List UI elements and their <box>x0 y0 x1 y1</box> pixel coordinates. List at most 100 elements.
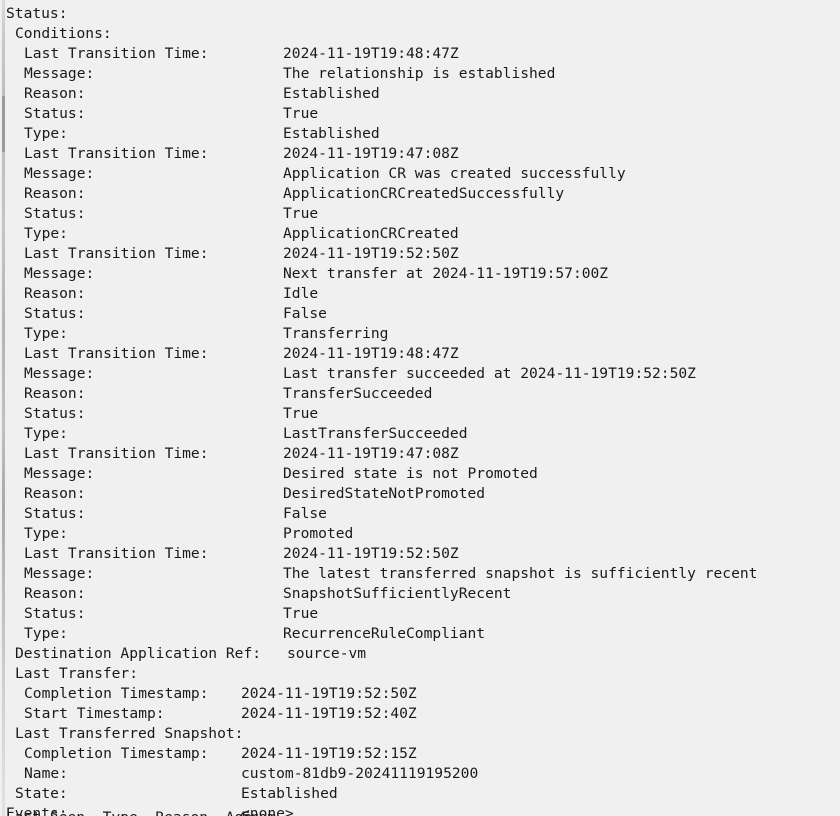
line-value: Established <box>241 785 338 802</box>
line-value: Transferring <box>283 325 389 342</box>
output-line: Last Transition Time: 2024-11-19T19:52:50… <box>0 544 840 564</box>
line-value: Established <box>283 85 380 102</box>
output-line: Completion Timestamp: 2024-11-19T19:52:15… <box>0 744 840 764</box>
output-line: Message: Application CR was created succe… <box>0 164 840 184</box>
output-line: State: Established <box>0 784 840 804</box>
output-line: Type: LastTransferSucceeded <box>0 424 840 444</box>
line-key: Type: <box>24 625 68 642</box>
line-key: Type: <box>24 425 68 442</box>
output-line: Type: Promoted <box>0 524 840 544</box>
line-key: Last Transition Time: <box>24 345 209 362</box>
scrollbar-thumb[interactable] <box>2 96 5 152</box>
line-value: ApplicationCRCreated <box>283 225 459 242</box>
output-line: Type: RecurrenceRuleCompliant <box>0 624 840 644</box>
output-line: Reason: Established <box>0 84 840 104</box>
line-value: Established <box>283 125 380 142</box>
line-key: Status: <box>24 605 86 622</box>
line-key: Conditions: <box>15 25 112 42</box>
output-line: Last Transition Time: 2024-11-19T19:48:47… <box>0 44 840 64</box>
line-value: Application CR was created successfully <box>283 165 626 182</box>
line-value: True <box>283 105 319 122</box>
output-line: Type: ApplicationCRCreated <box>0 224 840 244</box>
output-line: Message: Desired state is not Promoted <box>0 464 840 484</box>
output-line: Completion Timestamp: 2024-11-19T19:52:50… <box>0 684 840 704</box>
line-key: Reason: <box>24 85 86 102</box>
output-line: Status: <box>0 4 840 24</box>
line-key: State: <box>15 785 68 802</box>
output-line: Reason: DesiredStateNotPromoted <box>0 484 840 504</box>
output-line: Name: custom-81db9-20241119195200 <box>0 764 840 784</box>
line-key: Reason: <box>24 485 86 502</box>
output-line: Last Transferred Snapshot: <box>0 724 840 744</box>
line-value: DesiredStateNotPromoted <box>283 485 486 502</box>
output-line: Status: True <box>0 104 840 124</box>
line-key: Name: <box>24 765 68 782</box>
output-line: Message: The relationship is established <box>0 64 840 84</box>
line-key: Message: <box>24 265 95 282</box>
line-key: Status: <box>24 205 86 222</box>
line-value: 2024-11-19T19:52:15Z <box>241 745 417 762</box>
line-key: Status: <box>24 505 86 522</box>
output-line: Type: Transferring <box>0 324 840 344</box>
line-key: Status: <box>24 305 86 322</box>
output-line: Reason: SnapshotSufficientlyRecent <box>0 584 840 604</box>
output-line: Status: False <box>0 304 840 324</box>
line-key: Message: <box>24 465 95 482</box>
output-line: Status: True <box>0 404 840 424</box>
output-line: Last Transition Time: 2024-11-19T19:47:08… <box>0 444 840 464</box>
output-line: Type: Established <box>0 124 840 144</box>
line-value: ApplicationCRCreatedSuccessfully <box>283 185 565 202</box>
line-key: Type: <box>24 525 68 542</box>
line-value: Desired state is not Promoted <box>283 465 538 482</box>
line-key: Type: <box>24 125 68 142</box>
line-value: custom-81db9-20241119195200 <box>241 765 479 782</box>
output-line: Destination Application Ref: source-vm <box>0 644 840 664</box>
line-value: Last transfer succeeded at 2024-11-19T19… <box>283 365 696 382</box>
line-key: Last Transition Time: <box>24 245 209 262</box>
line-value: 2024-11-19T19:52:50Z <box>241 685 417 702</box>
line-key: Last Transition Time: <box>24 45 209 62</box>
clipped-events-header-row: Last Seen Type Reason AgeFrom <box>0 808 840 816</box>
line-value: Idle <box>283 285 319 302</box>
line-key: Status: <box>24 105 86 122</box>
line-value: source-vm <box>287 645 367 662</box>
line-value: RecurrenceRuleCompliant <box>283 625 486 642</box>
line-value: LastTransferSucceeded <box>283 425 468 442</box>
line-key: Last Transition Time: <box>24 145 209 162</box>
line-value: The relationship is established <box>283 65 556 82</box>
line-value: Promoted <box>283 525 354 542</box>
line-value: The latest transferred snapshot is suffi… <box>283 565 758 582</box>
vertical-scrollbar[interactable] <box>0 0 6 816</box>
yaml-status-listing: Status: Conditions: Last Transition Time: 2… <box>0 4 840 816</box>
line-key: Last Transferred Snapshot: <box>15 725 244 742</box>
line-key: Last Transition Time: <box>24 545 209 562</box>
line-value: True <box>283 205 319 222</box>
line-key: Status: <box>6 5 68 22</box>
line-key: Reason: <box>24 185 86 202</box>
output-line: Last Transition Time: 2024-11-19T19:47:08… <box>0 144 840 164</box>
output-line: Message: Last transfer succeeded at 2024-… <box>0 364 840 384</box>
output-line: Last Transfer: <box>0 664 840 684</box>
terminal-output-pane: Status: Conditions: Last Transition Time: 2… <box>0 0 840 816</box>
line-key: Completion Timestamp: <box>24 745 209 762</box>
line-value: SnapshotSufficientlyRecent <box>283 585 512 602</box>
line-key: Message: <box>24 65 95 82</box>
line-value: TransferSucceeded <box>283 385 433 402</box>
line-value: 2024-11-19T19:48:47Z <box>283 345 459 362</box>
line-key: Reason: <box>24 285 86 302</box>
line-key: Type: <box>24 325 68 342</box>
output-line: Status: True <box>0 204 840 224</box>
output-line: Start Timestamp: 2024-11-19T19:52:40Z <box>0 704 840 724</box>
line-key: Type: <box>24 225 68 242</box>
line-value: 2024-11-19T19:48:47Z <box>283 45 459 62</box>
line-value: 2024-11-19T19:47:08Z <box>283 145 459 162</box>
output-line: Reason: Idle <box>0 284 840 304</box>
line-key: Message: <box>24 365 95 382</box>
output-line: Reason: ApplicationCRCreatedSuccessfully <box>0 184 840 204</box>
line-value: Next transfer at 2024-11-19T19:57:00Z <box>283 265 609 282</box>
output-line: Message: The latest transferred snapshot … <box>0 564 840 584</box>
line-value: 2024-11-19T19:52:40Z <box>241 705 417 722</box>
line-key: Reason: <box>24 385 86 402</box>
output-line: Last Seen Type Reason AgeFrom <box>0 808 840 816</box>
line-value: 2024-11-19T19:52:50Z <box>283 245 459 262</box>
